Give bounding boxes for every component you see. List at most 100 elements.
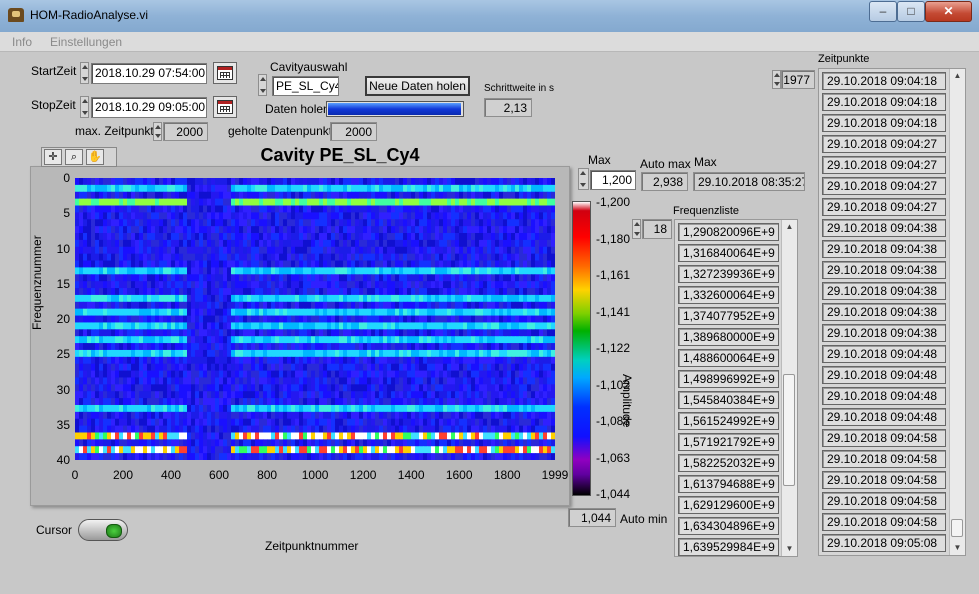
heatmap-cell: [431, 267, 436, 275]
menu-einstellungen[interactable]: Einstellungen: [50, 35, 122, 49]
minimize-button[interactable]: –: [869, 1, 897, 22]
heatmap-cell: [175, 198, 180, 207]
heatmap-cell: [243, 281, 248, 289]
heatmap-cell: [495, 239, 500, 248]
heatmap-cell: [219, 226, 224, 234]
max-spinner[interactable]: [578, 168, 589, 190]
heatmap-cell: [135, 219, 140, 227]
menu-info[interactable]: Info: [12, 35, 32, 49]
heatmap-cell: [351, 233, 356, 241]
scroll-up-icon[interactable]: ▲: [782, 220, 797, 234]
list-item[interactable]: 1,332600064E+9: [678, 286, 779, 304]
heatmap-cell: [339, 294, 344, 303]
heatmap-cell: [467, 178, 472, 186]
heatmap-cell: [251, 253, 256, 262]
heatmap-cell: [251, 239, 256, 248]
heatmap-cell: [511, 329, 516, 337]
heatmap-cell: [263, 308, 268, 317]
heatmap-cell: [295, 391, 300, 399]
max-zeitpunkte-field[interactable]: 2000: [163, 122, 208, 141]
list-item[interactable]: 1,634304896E+9: [678, 517, 779, 535]
heatmap-cell: [471, 205, 476, 213]
stop-time-spinner[interactable]: [80, 96, 89, 118]
heatmap-cell: [311, 329, 316, 337]
heatmap-cell: [107, 329, 112, 337]
max-field[interactable]: 1,200: [590, 170, 636, 190]
cavity-select[interactable]: PE_SL_Cy4: [272, 76, 339, 96]
list-item[interactable]: 1,571921792E+9: [678, 433, 779, 451]
frequenzliste-spinner[interactable]: [632, 219, 641, 239]
heatmap-cell: [491, 439, 496, 447]
heatmap-cell: [363, 363, 368, 372]
list-item[interactable]: 1,498996992E+9: [678, 370, 779, 388]
heatmap-cell: [331, 184, 336, 193]
heatmap-cell: [83, 404, 88, 413]
cavity-spinner[interactable]: [258, 74, 267, 96]
start-calendar-button[interactable]: [213, 62, 237, 84]
list-item[interactable]: 1,561524992E+9: [678, 412, 779, 430]
heatmap-cell: [263, 439, 268, 447]
heatmap-cell: [183, 356, 188, 365]
list-item[interactable]: 1,613794688E+9: [678, 475, 779, 493]
heatmap-cell: [503, 233, 508, 241]
list-item[interactable]: 1,488600064E+9: [678, 349, 779, 367]
frequenzliste-index[interactable]: 18: [642, 219, 672, 239]
heatmap-cell: [243, 336, 248, 344]
heatmap-cell: [83, 418, 88, 427]
maximize-button[interactable]: □: [897, 1, 925, 22]
heatmap-cell: [343, 178, 348, 186]
heatmap-cell: [547, 233, 552, 241]
max-zeitpunkte-spinner[interactable]: [153, 122, 162, 141]
heatmap-cell: [511, 301, 516, 310]
start-time-field[interactable]: 2018.10.29 07:54:00: [91, 63, 207, 84]
heatmap-cell: [295, 363, 300, 372]
heatmap-cell: [203, 274, 208, 282]
heatmap-cell: [547, 453, 552, 460]
heatmap-cell: [143, 315, 148, 323]
heatmap-cell: [535, 301, 540, 310]
list-item[interactable]: 1,290820096E+9: [678, 223, 779, 241]
heatmap-cell: [403, 439, 408, 447]
list-item[interactable]: 1,629129600E+9: [678, 496, 779, 514]
list-item[interactable]: 1,327239936E+9: [678, 265, 779, 283]
list-item[interactable]: 1,389680000E+9: [678, 328, 779, 346]
list-item[interactable]: 1,639529984E+9: [678, 538, 779, 556]
start-time-spinner[interactable]: [80, 62, 89, 84]
heatmap-cell: [403, 239, 408, 248]
scroll-down-icon[interactable]: ▼: [782, 542, 797, 556]
heatmap-cell: [551, 418, 555, 427]
heatmap-cell: [215, 246, 220, 255]
heatmap-cell: [159, 439, 164, 447]
heatmap-cell: [307, 267, 312, 275]
heatmap-cell: [267, 384, 272, 392]
heatmap-cell: [211, 198, 216, 207]
neue-daten-button[interactable]: Neue Daten holen: [365, 76, 470, 96]
heatmap-cell: [355, 453, 360, 460]
heatmap-cell: [451, 404, 456, 413]
scroll-thumb[interactable]: [783, 374, 795, 486]
heatmap-cell: [155, 184, 160, 193]
stop-calendar-button[interactable]: [213, 96, 237, 118]
heatmap-cell: [139, 184, 144, 193]
heatmap-cell: [327, 198, 332, 207]
heatmap-cell: [303, 294, 308, 303]
heatmap-cell: [463, 432, 468, 440]
heatmap-cell: [211, 336, 216, 344]
list-item[interactable]: 1,545840384E+9: [678, 391, 779, 409]
heatmap-cell: [495, 198, 500, 207]
heatmap-cell: [439, 212, 444, 220]
heatmap-cell: [275, 294, 280, 303]
color-scale-ramp[interactable]: [572, 201, 591, 496]
frequenzliste-scrollbar[interactable]: ▲ ▼: [781, 220, 797, 556]
heatmap-cell: [523, 377, 528, 385]
heatmap-cell: [139, 404, 144, 413]
list-item[interactable]: 1,582252032E+9: [678, 454, 779, 472]
plot-area[interactable]: [75, 178, 555, 460]
list-item[interactable]: 1,374077952E+9: [678, 307, 779, 325]
heatmap-cell: [167, 288, 172, 296]
close-button[interactable]: ✕: [925, 1, 972, 22]
list-item[interactable]: 1,316840064E+9: [678, 244, 779, 262]
heatmap-cell: [287, 363, 292, 372]
heatmap-cell: [179, 329, 184, 337]
stop-time-field[interactable]: 2018.10.29 09:05:00: [91, 97, 207, 118]
